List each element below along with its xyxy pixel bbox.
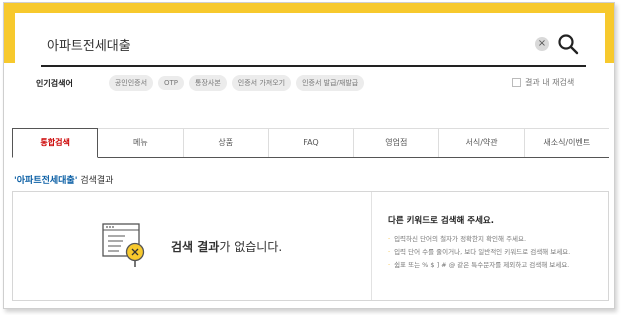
tab-faq[interactable]: FAQ (268, 128, 355, 157)
search-tip-item: · 입력하신 단어의 철자가 정확한지 확인해 주세요. (388, 233, 603, 246)
result-keyword: '아파트전세대출' (14, 176, 78, 186)
popular-chip[interactable]: 공인인증서 (108, 75, 154, 91)
tab-menu[interactable]: 메뉴 (98, 128, 184, 157)
empty-result-box: 검색 결과가 없습니다. 다른 키워드로 검색해 주세요. · 입력하신 단어의 … (12, 191, 609, 301)
popular-chip[interactable]: OTP (158, 76, 185, 90)
search-panel: × (15, 13, 605, 67)
search-input[interactable] (47, 33, 507, 55)
empty-result-message: 검색 결과가 없습니다. (171, 238, 282, 255)
popular-searches: 인기검색어 공인인증서 OTP 통장사본 인증서 가져오기 인증서 발급/재발급 (36, 75, 369, 91)
search-tip-item: · 입력 단어 수를 줄이거나, 보다 일반적인 키워드로 검색해 보세요. (388, 246, 603, 259)
bullet-icon: · (388, 248, 391, 256)
popular-searches-label: 인기검색어 (36, 78, 73, 88)
result-heading: '아파트전세대출' 검색결과 (14, 173, 113, 186)
search-within-checkbox[interactable] (512, 78, 521, 87)
no-results-icon (102, 223, 145, 267)
popular-chip[interactable]: 인증서 가져오기 (231, 75, 292, 91)
search-underline (41, 65, 586, 67)
result-divider (371, 192, 372, 300)
empty-result-bold: 검색 결과 (171, 240, 220, 254)
tab-integrated[interactable]: 통합검색 (12, 128, 99, 158)
tab-branches[interactable]: 영업점 (354, 128, 440, 157)
search-within-results[interactable]: 결과 내 재검색 (512, 77, 574, 88)
tab-news-events[interactable]: 새소식/이벤트 (524, 128, 609, 157)
tab-products[interactable]: 상품 (183, 128, 269, 157)
search-within-label: 결과 내 재검색 (525, 78, 575, 87)
popular-chip[interactable]: 통장사본 (189, 75, 227, 91)
popular-chip[interactable]: 인증서 발급/재발급 (296, 75, 365, 91)
search-tips-title: 다른 키워드로 검색해 주세요. (388, 216, 494, 226)
clear-search-button[interactable]: × (535, 37, 549, 51)
search-tip-text: 입력 단어 수를 줄이거나, 보다 일반적인 키워드로 검색해 보세요. (394, 248, 571, 256)
tab-forms-terms[interactable]: 서식/약관 (439, 128, 525, 157)
result-heading-suffix: 검색결과 (77, 176, 114, 186)
bullet-icon: · (388, 235, 391, 243)
search-page: × 인기검색어 공인인증서 OTP 통장사본 인증서 가져오기 인증서 발급/재… (3, 2, 615, 309)
bullet-icon: · (388, 261, 391, 269)
empty-result-rest: 가 없습니다. (219, 240, 283, 254)
search-tip-text: 쉼표 또는 % $ ] # @ 같은 특수문자를 제외하고 검색해 보세요. (394, 261, 570, 269)
search-icon[interactable] (557, 33, 579, 55)
search-tips: 다른 키워드로 검색해 주세요. · 입력하신 단어의 철자가 정확한지 확인해 … (388, 214, 603, 272)
search-tip-text: 입력하신 단어의 철자가 정확한지 확인해 주세요. (394, 235, 527, 243)
search-tip-item: · 쉼표 또는 % $ ] # @ 같은 특수문자를 제외하고 검색해 보세요. (388, 259, 603, 272)
result-tabs: 통합검색 메뉴 상품 FAQ 영업점 서식/약관 새소식/이벤트 (12, 128, 609, 158)
